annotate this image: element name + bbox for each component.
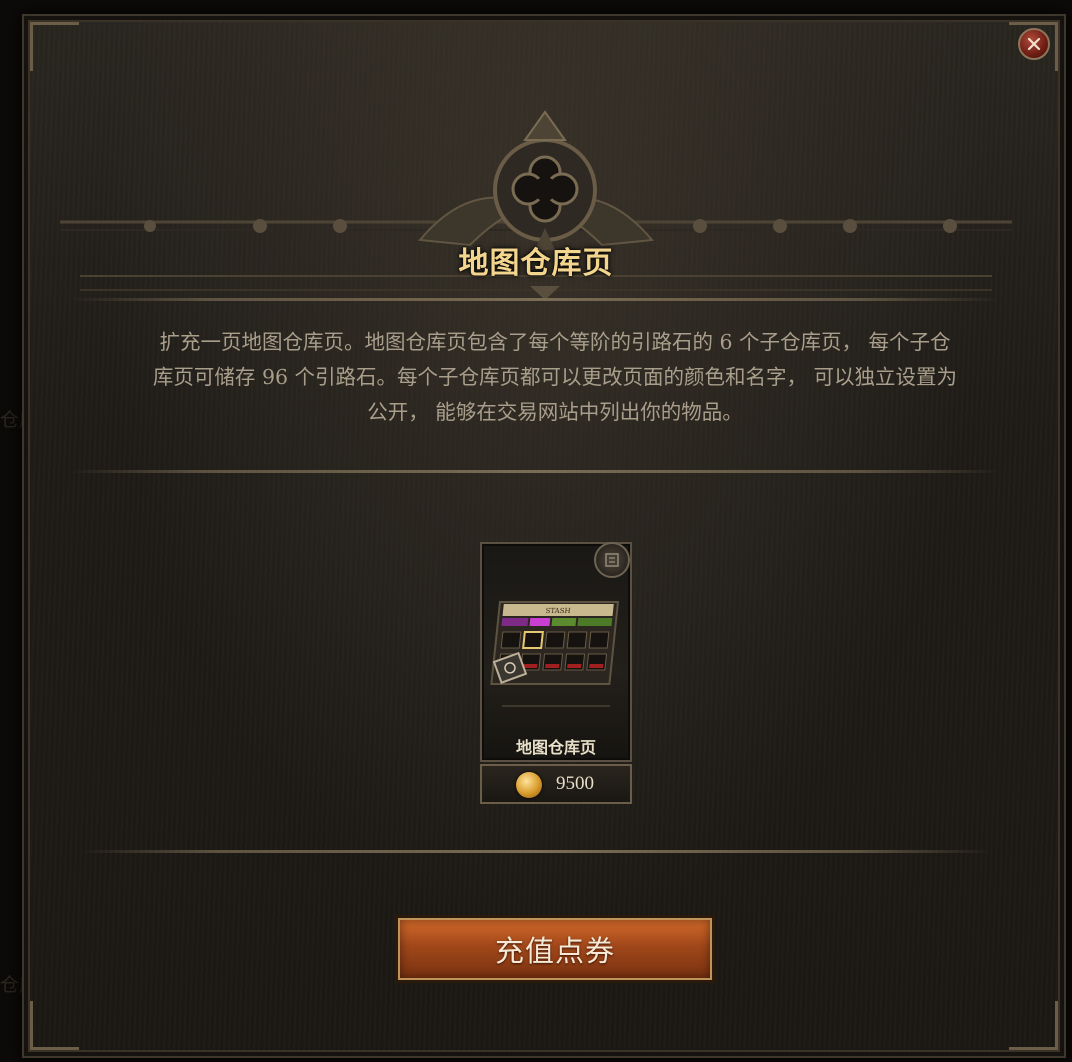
stash-art-label: STASH: [545, 606, 571, 615]
frame-corner: [1009, 1001, 1058, 1050]
frame-corner: [30, 1001, 79, 1050]
recharge-button[interactable]: 充值点券: [398, 918, 712, 980]
divider: [70, 298, 1000, 301]
screen: 仓库页 2500 仓库页: [0, 0, 1072, 1062]
divider: [80, 850, 992, 853]
item-description: 扩充一页地图仓库页。地图仓库页包含了每个等阶的引路石的 6 个子仓库页， 每个子…: [152, 330, 958, 424]
item-price: 9500: [556, 773, 594, 794]
modal-title: 地图仓库页: [458, 246, 614, 281]
recharge-button-label: 充值点券: [494, 934, 615, 968]
divider: [70, 470, 1000, 473]
item-name: 地图仓库页: [515, 738, 596, 757]
coin-icon: [516, 772, 542, 798]
close-icon: [1027, 37, 1041, 51]
item-card[interactable]: STASH 地图仓库页 9500: [480, 542, 632, 804]
close-button[interactable]: [1018, 28, 1050, 60]
scroll-icon: [594, 542, 630, 578]
price-bar: 9500: [480, 764, 632, 804]
